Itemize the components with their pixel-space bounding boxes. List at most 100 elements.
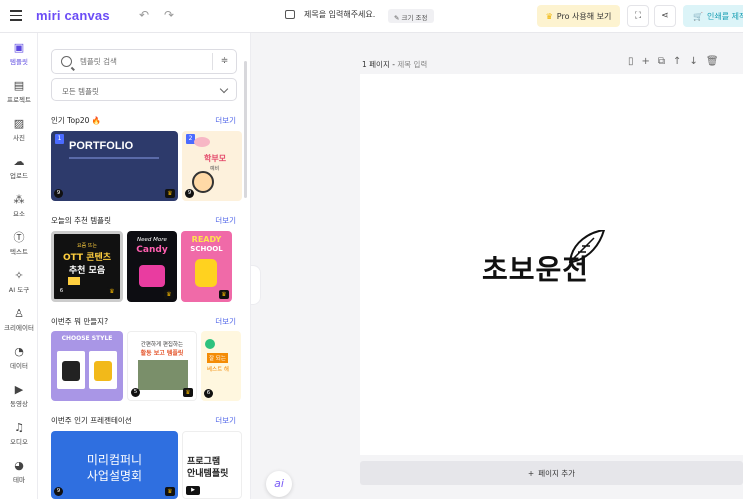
template-icon: ▣: [13, 41, 25, 54]
thumb-title: 학부모: [204, 154, 227, 163]
template-thumb-best[interactable]: 잘 되는 베스트 해 6: [201, 331, 241, 401]
arrow-up-icon[interactable]: ↑: [673, 56, 689, 67]
page-title-input[interactable]: 제목 입력: [397, 60, 427, 69]
nav-label-text: 텍스트: [10, 248, 28, 256]
thumb-title: OTT 콘텐츠: [62, 253, 112, 263]
more-link-this-week[interactable]: 더보기: [215, 316, 236, 327]
more-link-recommended[interactable]: 더보기: [215, 215, 236, 226]
crown-icon: ♛: [107, 287, 117, 296]
template-thumb-activity-report[interactable]: 간편하게 편집하는 활동 보고 템플릿 5 ♛: [127, 331, 197, 401]
page-count-badge: 6: [204, 389, 213, 398]
plus-icon: +: [527, 468, 535, 478]
print-order-button[interactable]: 🛒 인쇄를 제작: [683, 5, 743, 27]
backpack-image: [195, 259, 217, 287]
nav-item-audio[interactable]: ♫ 오디오: [0, 422, 38, 447]
app-logo[interactable]: miri canvas: [36, 8, 110, 23]
duplicate-icon[interactable]: ⧉: [658, 56, 673, 67]
search-icon: [61, 56, 72, 67]
menu-icon[interactable]: [10, 10, 22, 22]
page-count-badge: 9: [54, 487, 63, 496]
page-number: 1 페이지: [362, 60, 390, 69]
preview-icon: ⛶: [634, 11, 642, 21]
nav-label-elements: 요소: [13, 210, 25, 218]
nav-label-photo: 사진: [13, 134, 25, 142]
template-thumb-ott[interactable]: 요즘 뜨는 OTT 콘텐츠 추천 모음 6 ♛: [51, 231, 123, 302]
nav-item-upload[interactable]: ☁ 업로드: [0, 155, 38, 181]
thumb-subtitle: 추천 모음: [68, 266, 106, 276]
add-icon[interactable]: +: [642, 56, 658, 67]
top-bar: miri canvas ↶ ↷ 제목을 입력해주세요. ✎ 크기 조정 ♛ Pr…: [0, 0, 743, 33]
redo-icon[interactable]: ↷: [164, 8, 174, 22]
nav-label-creator: 크리에이터: [4, 324, 34, 332]
thumb-kicker: 요즘 뜨는: [77, 243, 97, 249]
thumb-subtitle: 사업설명회: [86, 469, 143, 483]
resize-button[interactable]: ✎ 크기 조정: [388, 9, 434, 23]
nav-label-audio: 오디오: [10, 438, 28, 446]
crown-icon: ♛: [165, 189, 175, 198]
template-thumb-candy[interactable]: Need More Candy ♛: [127, 231, 177, 302]
pro-trial-label: Pro 사용해 보기: [556, 11, 612, 21]
arrow-down-icon[interactable]: ↓: [689, 56, 705, 67]
trash-icon[interactable]: 🗑: [706, 56, 727, 67]
undo-icon[interactable]: ↶: [139, 8, 149, 22]
creator-icon: ♙: [14, 307, 24, 320]
template-thumb-parents[interactable]: 2 학부모 예비 9: [182, 131, 242, 201]
page-count-badge: 9: [54, 189, 63, 198]
upload-icon: ☁: [13, 155, 25, 168]
thumb-subtitle: 예비: [210, 166, 220, 172]
more-link-top20[interactable]: 더보기: [215, 115, 236, 126]
template-thumb-company[interactable]: 미리컴퍼니 사업설명회 9 ♛: [51, 431, 178, 499]
thumb-divider: [69, 157, 159, 159]
nav-item-theme[interactable]: ◕ 테마: [0, 460, 38, 485]
nav-item-creator[interactable]: ♙ 크리에이터: [0, 307, 38, 333]
template-category-select[interactable]: 모든 템플릿: [51, 78, 237, 101]
crown-icon: ♛: [164, 290, 174, 299]
thumb-subtitle: 안내템플릿: [187, 469, 229, 479]
thumb-title: PORTFOLIO: [69, 140, 134, 152]
nav-item-video[interactable]: ▶ 동영상: [0, 384, 38, 409]
share-button[interactable]: ⋖: [654, 5, 676, 27]
template-thumb-choose-style[interactable]: CHOOSE STYLE: [51, 331, 123, 401]
panel-scrollbar[interactable]: [244, 61, 247, 198]
popcorn-image: [68, 277, 80, 285]
nav-item-elements[interactable]: ⁂ 요소: [0, 194, 38, 219]
group-photo: [138, 360, 188, 390]
design-artwork[interactable]: 초보운전: [482, 230, 622, 310]
crown-icon: ♛: [183, 388, 193, 397]
filter-icon[interactable]: ≑: [212, 53, 236, 70]
section-title-recommended: 오늘의 추천 템플릿: [51, 216, 111, 225]
template-search[interactable]: ≑: [51, 49, 237, 74]
page-count-badge: 6: [57, 287, 66, 296]
add-page-button[interactable]: + 페이지 추가: [360, 461, 743, 485]
ai-assistant-button[interactable]: ai: [266, 471, 292, 497]
chevron-down-icon: [219, 84, 229, 94]
nav-item-text[interactable]: Ⓣ 텍스트: [0, 232, 38, 257]
section-title-this-week: 이번주 뭐 만들지?: [51, 317, 109, 326]
section-title-top20: 인기 Top20 🔥: [51, 116, 102, 125]
template-search-input[interactable]: [80, 57, 200, 66]
document-title-text[interactable]: 제목을 입력해주세요.: [304, 9, 375, 20]
nav-item-data[interactable]: ◔ 데이터: [0, 346, 38, 371]
nav-item-ai-tools[interactable]: ✧ AI 도구: [0, 270, 38, 295]
crown-icon: ♛: [165, 487, 175, 496]
page-label: 1 페이지 - 제목 입력: [362, 60, 428, 69]
photo-icon: ▨: [13, 117, 25, 130]
nav-label-ai-tools: AI 도구: [8, 286, 30, 294]
nav-label-upload: 업로드: [10, 172, 28, 180]
more-link-presentation[interactable]: 더보기: [215, 415, 236, 426]
note-icon[interactable]: ▯: [628, 56, 642, 67]
template-thumb-school[interactable]: READY SCHOOL ♛: [181, 231, 232, 302]
nav-item-photo[interactable]: ▨ 사진: [0, 117, 38, 143]
preview-button[interactable]: ⛶: [627, 5, 649, 27]
panel-collapse-handle[interactable]: [251, 265, 261, 305]
pro-trial-button[interactable]: ♛ Pro 사용해 보기: [537, 5, 620, 27]
thumb-kicker: 간편하게 편집하는: [140, 342, 184, 348]
nav-item-template[interactable]: ▣ 템플릿: [0, 41, 38, 67]
page-tools: ▯+⧉↑↓🗑: [628, 56, 727, 67]
template-thumb-program[interactable]: 프로그램 안내템플릿 ▶: [182, 431, 242, 499]
page-count-badge: 5: [131, 388, 140, 397]
document-title[interactable]: 제목을 입력해주세요.: [285, 9, 375, 20]
thumb-kicker: Need More: [137, 237, 167, 243]
nav-item-project[interactable]: ▤ 프로젝트: [0, 80, 38, 105]
template-thumb-portfolio[interactable]: 1 PORTFOLIO 9 ♛: [51, 131, 178, 201]
